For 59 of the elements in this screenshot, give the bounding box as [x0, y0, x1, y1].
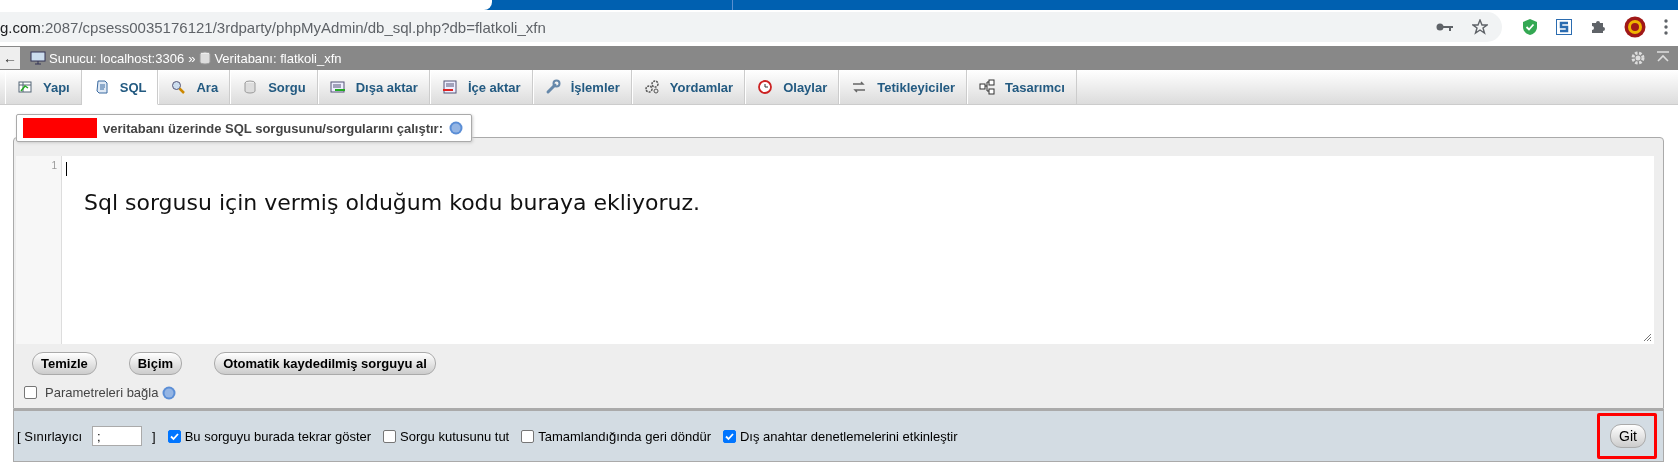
avatar-icon[interactable] — [1624, 16, 1646, 38]
action-button[interactable]: Temizle — [32, 352, 97, 375]
tab[interactable]: Yapı — [5, 70, 82, 104]
settings-icon[interactable] — [1630, 50, 1646, 66]
table-icon — [17, 79, 33, 95]
puzzle-icon[interactable] — [1590, 19, 1606, 35]
monitor-icon — [30, 51, 46, 65]
delimiter-label: [ Sınırlayıcı — [17, 428, 83, 444]
tab[interactable]: Tasarımcı — [967, 70, 1077, 104]
tab[interactable]: Tetikleyiciler — [839, 70, 968, 104]
checkbox-label: Parametreleri bağla — [45, 385, 159, 400]
line-number: 1 — [16, 156, 62, 344]
annotation-text: Sql sorgusu için vermiş olduğum kodu buraya ekliyoruz. — [84, 190, 701, 215]
tab[interactable]: Yordamlar — [631, 70, 746, 104]
action-button[interactable]: Biçim — [128, 352, 183, 375]
checkbox[interactable] — [167, 429, 181, 443]
key-icon[interactable] — [1436, 22, 1454, 32]
arrows-icon — [851, 79, 868, 95]
s-logo-icon[interactable] — [1556, 19, 1572, 35]
import-icon — [441, 79, 458, 95]
database-icon — [242, 79, 259, 95]
checkbox[interactable] — [24, 386, 37, 399]
legend-text: veritabanı üzerinde SQL sorgusunu/sorgularını çalıştır: — [103, 120, 443, 136]
delimiter-field[interactable]: ; — [92, 426, 143, 446]
collapse-icon[interactable] — [1656, 50, 1670, 64]
menu-icon[interactable] — [1664, 19, 1668, 35]
checkbox-label: Bu sorguyu burada tekrar göster — [184, 428, 372, 444]
checkbox-label: Tamamlandığında geri döndür — [538, 428, 711, 444]
tab[interactable]: Sorgu — [230, 70, 318, 104]
back-button[interactable]: ← — [0, 47, 20, 69]
wrench-icon — [544, 79, 561, 95]
database-link[interactable]: Veritabanı: flatkoli_xfn — [214, 50, 342, 66]
gears-icon — [643, 79, 660, 95]
breadcrumb-separator: » — [188, 50, 196, 66]
checkbox[interactable] — [383, 429, 397, 443]
server-link[interactable]: Sunucu: localhost:3306 — [49, 50, 185, 66]
tab[interactable]: SQL — [81, 70, 159, 105]
checkbox[interactable] — [722, 429, 736, 443]
checkbox-label: Dış anahtar denetlemelerini etkinleştir — [739, 428, 958, 444]
action-button[interactable]: Otomatik kaydedilmiş sorguyu al — [214, 352, 436, 375]
tab[interactable]: İçe aktar — [429, 70, 533, 104]
tab[interactable]: İşlemler — [532, 70, 632, 104]
tab[interactable]: Dışa aktar — [317, 70, 430, 104]
diagram-icon — [979, 79, 996, 95]
document-icon — [93, 79, 110, 95]
tab[interactable]: Ara — [158, 70, 231, 104]
delimiter-label: ] — [152, 428, 156, 444]
search-icon — [170, 79, 187, 95]
checkbox-label: Sorgu kutusunu tut — [400, 428, 510, 444]
tab[interactable]: Olaylar — [745, 70, 840, 104]
export-icon — [329, 79, 346, 95]
checkbox[interactable] — [521, 429, 535, 443]
resize-handle-icon[interactable] — [1642, 332, 1652, 342]
go-button[interactable]: Git — [1610, 424, 1646, 448]
sql-editor[interactable]: 1 Sql sorgusu için vermiş olduğum kodu buraya ekliyoruz. — [16, 156, 1654, 344]
shield-icon[interactable] — [1522, 18, 1538, 36]
database-icon — [199, 51, 212, 65]
star-icon[interactable] — [1472, 19, 1488, 35]
clock-icon — [757, 79, 774, 95]
